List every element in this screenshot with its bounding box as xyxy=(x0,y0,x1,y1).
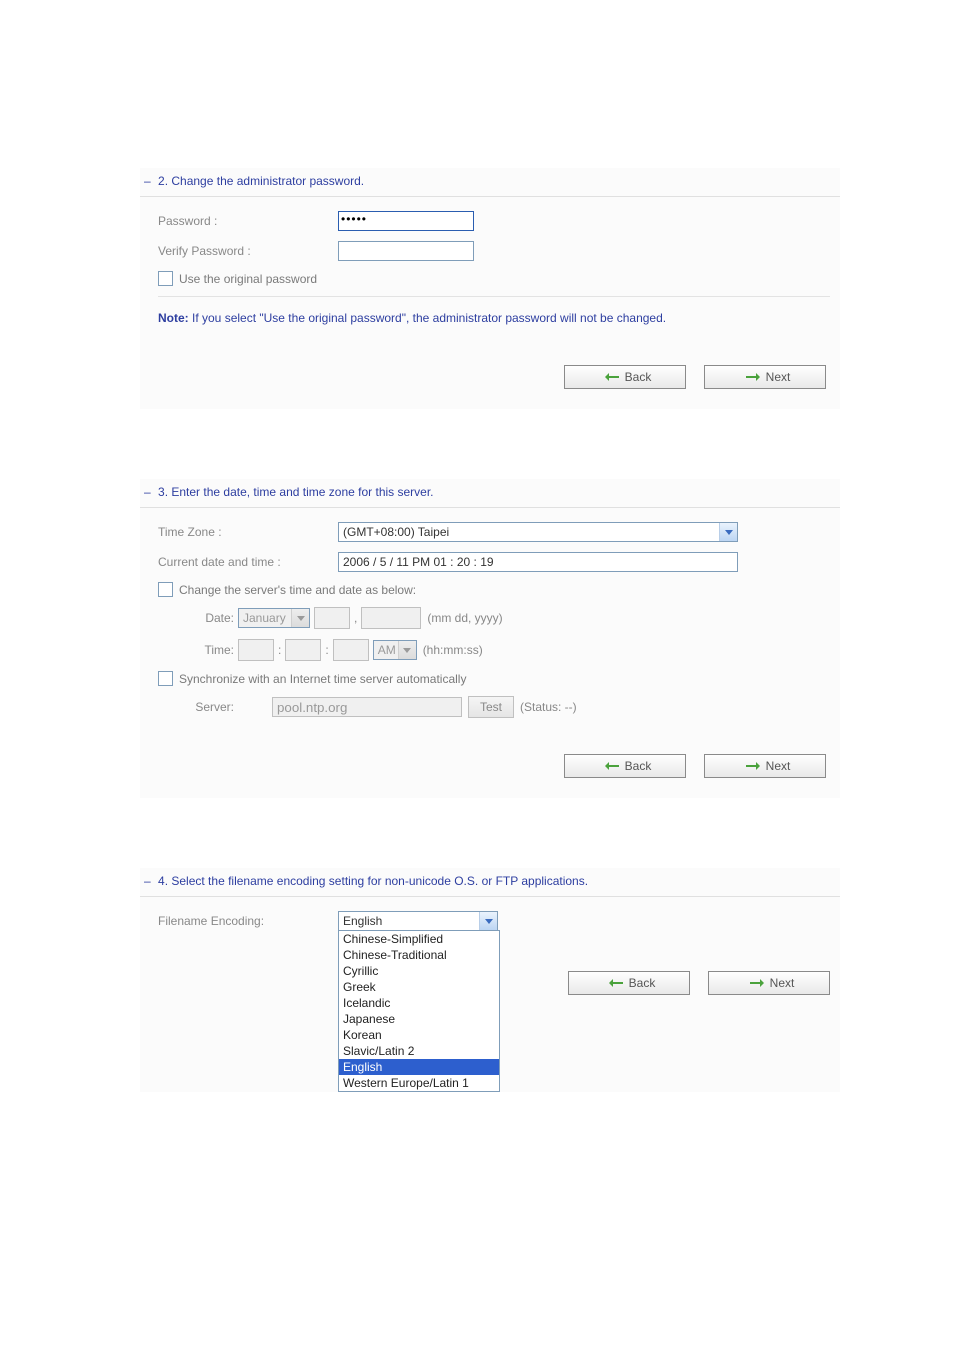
arrow-left-icon xyxy=(605,761,619,771)
collapse-icon[interactable]: – xyxy=(144,485,151,499)
panel-datetime: – 3. Enter the date, time and time zone … xyxy=(140,479,840,798)
encoding-option[interactable]: Chinese-Traditional xyxy=(339,947,499,963)
arrow-right-icon xyxy=(746,761,760,771)
password-label: Password : xyxy=(158,214,338,228)
encoding-option[interactable]: Japanese xyxy=(339,1011,499,1027)
encoding-option[interactable]: Cyrillic xyxy=(339,963,499,979)
panel-header: – 3. Enter the date, time and time zone … xyxy=(140,479,840,508)
chevron-down-icon xyxy=(398,641,416,659)
date-label: Date: xyxy=(184,611,238,625)
timezone-select[interactable]: (GMT+08:00) Taipei xyxy=(338,522,738,542)
panel-header: – 2. Change the administrator password. xyxy=(140,168,840,197)
next-button[interactable]: Next xyxy=(704,754,826,778)
encoding-option[interactable]: Icelandic xyxy=(339,995,499,1011)
panel-password: – 2. Change the administrator password. … xyxy=(140,168,840,409)
current-datetime-label: Current date and time : xyxy=(158,555,338,569)
time-hint: (hh:mm:ss) xyxy=(423,643,483,657)
ampm-select[interactable]: AM xyxy=(373,640,417,660)
encoding-option[interactable]: English xyxy=(339,1059,499,1075)
use-original-checkbox[interactable] xyxy=(158,271,173,286)
encoding-option[interactable]: Slavic/Latin 2 xyxy=(339,1043,499,1059)
sync-label: Synchronize with an Internet time server… xyxy=(179,672,466,686)
minute-input[interactable] xyxy=(285,639,321,661)
sync-checkbox[interactable] xyxy=(158,671,173,686)
server-label: Server: xyxy=(184,700,238,714)
next-button[interactable]: Next xyxy=(708,971,830,995)
year-input[interactable] xyxy=(361,607,421,629)
collapse-icon[interactable]: – xyxy=(144,174,151,188)
encoding-label: Filename Encoding: xyxy=(158,911,338,928)
back-button[interactable]: Back xyxy=(568,971,690,995)
second-input[interactable] xyxy=(333,639,369,661)
current-datetime-value: 2006 / 5 / 11 PM 01 : 20 : 19 xyxy=(338,552,738,572)
status-label: (Status: --) xyxy=(520,700,577,714)
hour-input[interactable] xyxy=(238,639,274,661)
encoding-option[interactable]: Western Europe/Latin 1 xyxy=(339,1075,499,1091)
arrow-right-icon xyxy=(746,372,760,382)
verify-password-label: Verify Password : xyxy=(158,244,338,258)
back-button[interactable]: Back xyxy=(564,754,686,778)
test-button[interactable]: Test xyxy=(468,696,514,718)
note-text: If you select "Use the original password… xyxy=(189,311,666,325)
month-select[interactable]: January xyxy=(238,608,310,628)
time-label: Time: xyxy=(184,643,238,657)
server-input[interactable] xyxy=(272,697,462,717)
change-time-label: Change the server's time and date as bel… xyxy=(179,583,416,597)
encoding-dropdown[interactable]: Chinese-SimplifiedChinese-TraditionalCyr… xyxy=(338,930,500,1092)
note-label: Note: xyxy=(158,311,189,325)
encoding-select[interactable]: English xyxy=(338,911,498,931)
use-original-label: Use the original password xyxy=(179,272,317,286)
panel-title: 2. Change the administrator password. xyxy=(158,174,364,188)
arrow-right-icon xyxy=(750,978,764,988)
panel-encoding: – 4. Select the filename encoding settin… xyxy=(140,868,840,1092)
note: Note: If you select "Use the original pa… xyxy=(158,311,830,325)
panel-title: 4. Select the filename encoding setting … xyxy=(158,874,588,888)
arrow-left-icon xyxy=(605,372,619,382)
panel-title: 3. Enter the date, time and time zone fo… xyxy=(158,485,433,499)
chevron-down-icon xyxy=(291,609,309,627)
collapse-icon[interactable]: – xyxy=(144,874,151,888)
back-button[interactable]: Back xyxy=(564,365,686,389)
change-time-checkbox[interactable] xyxy=(158,582,173,597)
verify-password-input[interactable] xyxy=(338,241,474,261)
timezone-label: Time Zone : xyxy=(158,525,338,539)
chevron-down-icon xyxy=(719,523,737,541)
encoding-option[interactable]: Greek xyxy=(339,979,499,995)
panel-header: – 4. Select the filename encoding settin… xyxy=(140,868,840,897)
day-input[interactable] xyxy=(314,607,350,629)
encoding-option[interactable]: Chinese-Simplified xyxy=(339,931,499,947)
chevron-down-icon xyxy=(479,912,497,930)
next-button[interactable]: Next xyxy=(704,365,826,389)
encoding-option[interactable]: Korean xyxy=(339,1027,499,1043)
date-hint: (mm dd, yyyy) xyxy=(427,611,502,625)
arrow-left-icon xyxy=(609,978,623,988)
password-input[interactable]: ••••• xyxy=(338,211,474,231)
